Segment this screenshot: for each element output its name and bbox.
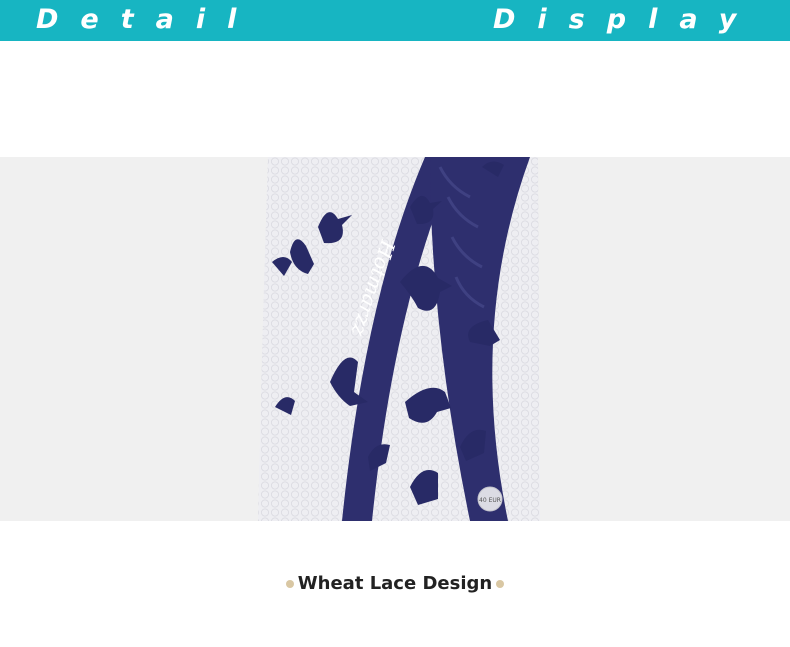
banner-title-left: Detail <box>36 4 259 35</box>
size-mark-text: 40 EUR <box>479 497 501 504</box>
caption-dot-left <box>285 580 294 588</box>
banner-title-right: Display <box>493 4 759 35</box>
caption-dot-right <box>496 580 505 588</box>
product-photo: Hotmarzz 40 EUR <box>0 157 790 521</box>
header-banner: Detail Display <box>0 0 790 41</box>
feature-caption: Wheat Lace Design <box>0 570 790 598</box>
flip-flop-image: Hotmarzz 40 EUR <box>258 157 540 521</box>
caption-text: Wheat Lace Design <box>297 573 493 594</box>
